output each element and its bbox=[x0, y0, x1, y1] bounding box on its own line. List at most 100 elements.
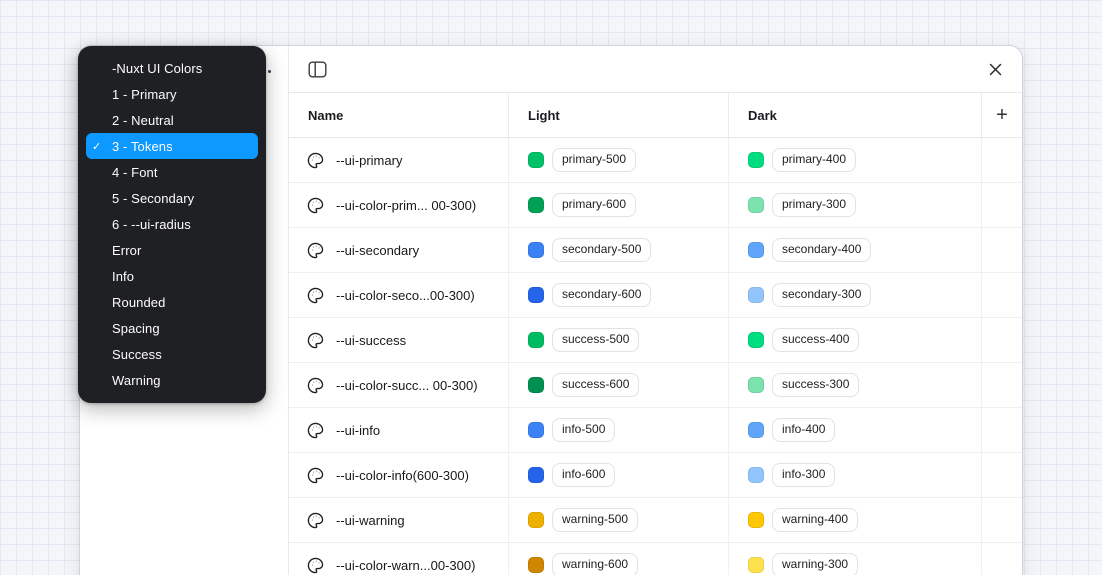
light-value-pill[interactable]: secondary-600 bbox=[552, 283, 651, 306]
light-value-pill[interactable]: primary-600 bbox=[552, 193, 636, 216]
dark-color-swatch[interactable] bbox=[748, 467, 764, 483]
table-row[interactable]: --ui-color-info(600-300) info-600 info-3… bbox=[289, 453, 1022, 498]
dark-value-pill[interactable]: warning-400 bbox=[772, 508, 858, 531]
light-value-pill[interactable]: warning-600 bbox=[552, 553, 638, 575]
menu-item[interactable]: Success bbox=[86, 341, 258, 367]
table-header-row: Name Light Dark + bbox=[289, 93, 1022, 138]
dark-color-swatch[interactable] bbox=[748, 332, 764, 348]
toggle-sidebar-button[interactable] bbox=[304, 56, 330, 82]
menu-item[interactable]: 6 - --ui-radius bbox=[86, 211, 258, 237]
add-mode-button[interactable]: + bbox=[990, 103, 1014, 127]
table-row[interactable]: --ui-warning warning-500 warning-400 bbox=[289, 498, 1022, 543]
palette-icon bbox=[307, 422, 324, 439]
menu-item[interactable]: Warning bbox=[86, 367, 258, 393]
light-value-cell: secondary-500 bbox=[508, 228, 728, 272]
palette-icon bbox=[307, 377, 324, 394]
dark-value-pill[interactable]: warning-300 bbox=[772, 553, 858, 575]
light-value-pill[interactable]: success-600 bbox=[552, 373, 639, 396]
dark-color-swatch[interactable] bbox=[748, 152, 764, 168]
dark-color-swatch[interactable] bbox=[748, 422, 764, 438]
palette-icon bbox=[307, 197, 324, 214]
dark-color-swatch[interactable] bbox=[748, 512, 764, 528]
light-value-pill[interactable]: secondary-500 bbox=[552, 238, 651, 261]
light-color-swatch[interactable] bbox=[528, 512, 544, 528]
variable-name: --ui-color-info(600-300) bbox=[336, 468, 469, 483]
dark-value-pill[interactable]: primary-300 bbox=[772, 193, 856, 216]
dark-color-swatch[interactable] bbox=[748, 377, 764, 393]
dark-color-swatch[interactable] bbox=[748, 287, 764, 303]
dark-value-pill[interactable]: success-300 bbox=[772, 373, 859, 396]
table-row[interactable]: --ui-secondary secondary-500 secondary-4… bbox=[289, 228, 1022, 273]
dark-value-cell: success-400 bbox=[728, 318, 981, 362]
dark-value-pill[interactable]: success-400 bbox=[772, 328, 859, 351]
menu-item[interactable]: 1 - Primary bbox=[86, 81, 258, 107]
table-row[interactable]: --ui-primary primary-500 primary-400 bbox=[289, 138, 1022, 183]
light-value-pill[interactable]: info-500 bbox=[552, 418, 615, 441]
menu-item[interactable]: 5 - Secondary bbox=[86, 185, 258, 211]
variable-name: --ui-primary bbox=[336, 153, 402, 168]
dark-value-cell: info-400 bbox=[728, 408, 981, 452]
menu-item[interactable]: Rounded bbox=[86, 289, 258, 315]
table-row[interactable]: --ui-color-succ... 00-300) success-600 s… bbox=[289, 363, 1022, 408]
table-row[interactable]: --ui-info info-500 info-400 bbox=[289, 408, 1022, 453]
light-color-swatch[interactable] bbox=[528, 467, 544, 483]
menu-item[interactable]: Info bbox=[86, 263, 258, 289]
light-color-swatch[interactable] bbox=[528, 332, 544, 348]
palette-icon bbox=[307, 287, 324, 304]
empty-cell bbox=[981, 498, 1022, 542]
menu-item[interactable]: Spacing bbox=[86, 315, 258, 341]
menu-item-label: 1 - Primary bbox=[110, 87, 177, 102]
dark-value-cell: secondary-300 bbox=[728, 273, 981, 317]
menu-item[interactable]: Error bbox=[86, 237, 258, 263]
light-value-pill[interactable]: info-600 bbox=[552, 463, 615, 486]
name-cell: --ui-color-info(600-300) bbox=[289, 453, 508, 497]
empty-cell bbox=[981, 228, 1022, 272]
light-color-swatch[interactable] bbox=[528, 242, 544, 258]
dark-value-pill[interactable]: primary-400 bbox=[772, 148, 856, 171]
variables-main: Name Light Dark + --ui-primary pri bbox=[289, 46, 1022, 575]
dark-value-pill[interactable]: secondary-400 bbox=[772, 238, 871, 261]
dark-value-pill[interactable]: secondary-300 bbox=[772, 283, 871, 306]
palette-icon bbox=[307, 332, 324, 349]
variable-name: --ui-secondary bbox=[336, 243, 419, 258]
dark-color-swatch[interactable] bbox=[748, 197, 764, 213]
table-row[interactable]: --ui-success success-500 success-400 bbox=[289, 318, 1022, 363]
empty-cell bbox=[981, 273, 1022, 317]
light-color-swatch[interactable] bbox=[528, 152, 544, 168]
light-value-cell: success-600 bbox=[508, 363, 728, 407]
light-color-swatch[interactable] bbox=[528, 557, 544, 573]
table-row[interactable]: --ui-color-warn...00-300) warning-600 wa… bbox=[289, 543, 1022, 575]
table-row[interactable]: --ui-color-seco...00-300) secondary-600 … bbox=[289, 273, 1022, 318]
menu-item-label: Warning bbox=[110, 373, 161, 388]
menu-item[interactable]: ✓ 3 - Tokens bbox=[86, 133, 258, 159]
light-value-pill[interactable]: primary-500 bbox=[552, 148, 636, 171]
name-cell: --ui-color-prim... 00-300) bbox=[289, 183, 508, 227]
light-value-cell: warning-600 bbox=[508, 543, 728, 575]
light-value-pill[interactable]: warning-500 bbox=[552, 508, 638, 531]
menu-item[interactable]: -Nuxt UI Colors bbox=[86, 55, 258, 81]
name-cell: --ui-info bbox=[289, 408, 508, 452]
partial-chevron-dot bbox=[268, 70, 271, 73]
dark-color-swatch[interactable] bbox=[748, 242, 764, 258]
light-color-swatch[interactable] bbox=[528, 197, 544, 213]
dark-value-pill[interactable]: info-400 bbox=[772, 418, 835, 441]
variable-name: --ui-color-warn...00-300) bbox=[336, 558, 475, 573]
menu-item[interactable]: 4 - Font bbox=[86, 159, 258, 185]
close-panel-button[interactable] bbox=[982, 56, 1008, 82]
light-value-cell: success-500 bbox=[508, 318, 728, 362]
dark-value-pill[interactable]: info-300 bbox=[772, 463, 835, 486]
dark-color-swatch[interactable] bbox=[748, 557, 764, 573]
name-cell: --ui-success bbox=[289, 318, 508, 362]
light-color-swatch[interactable] bbox=[528, 377, 544, 393]
table-row[interactable]: --ui-color-prim... 00-300) primary-600 p… bbox=[289, 183, 1022, 228]
palette-icon bbox=[307, 242, 324, 259]
variable-name: --ui-color-prim... 00-300) bbox=[336, 198, 476, 213]
light-color-swatch[interactable] bbox=[528, 422, 544, 438]
light-value-cell: info-600 bbox=[508, 453, 728, 497]
name-cell: --ui-secondary bbox=[289, 228, 508, 272]
dark-value-cell: success-300 bbox=[728, 363, 981, 407]
dark-value-cell: primary-300 bbox=[728, 183, 981, 227]
light-value-pill[interactable]: success-500 bbox=[552, 328, 639, 351]
menu-item[interactable]: 2 - Neutral bbox=[86, 107, 258, 133]
light-color-swatch[interactable] bbox=[528, 287, 544, 303]
